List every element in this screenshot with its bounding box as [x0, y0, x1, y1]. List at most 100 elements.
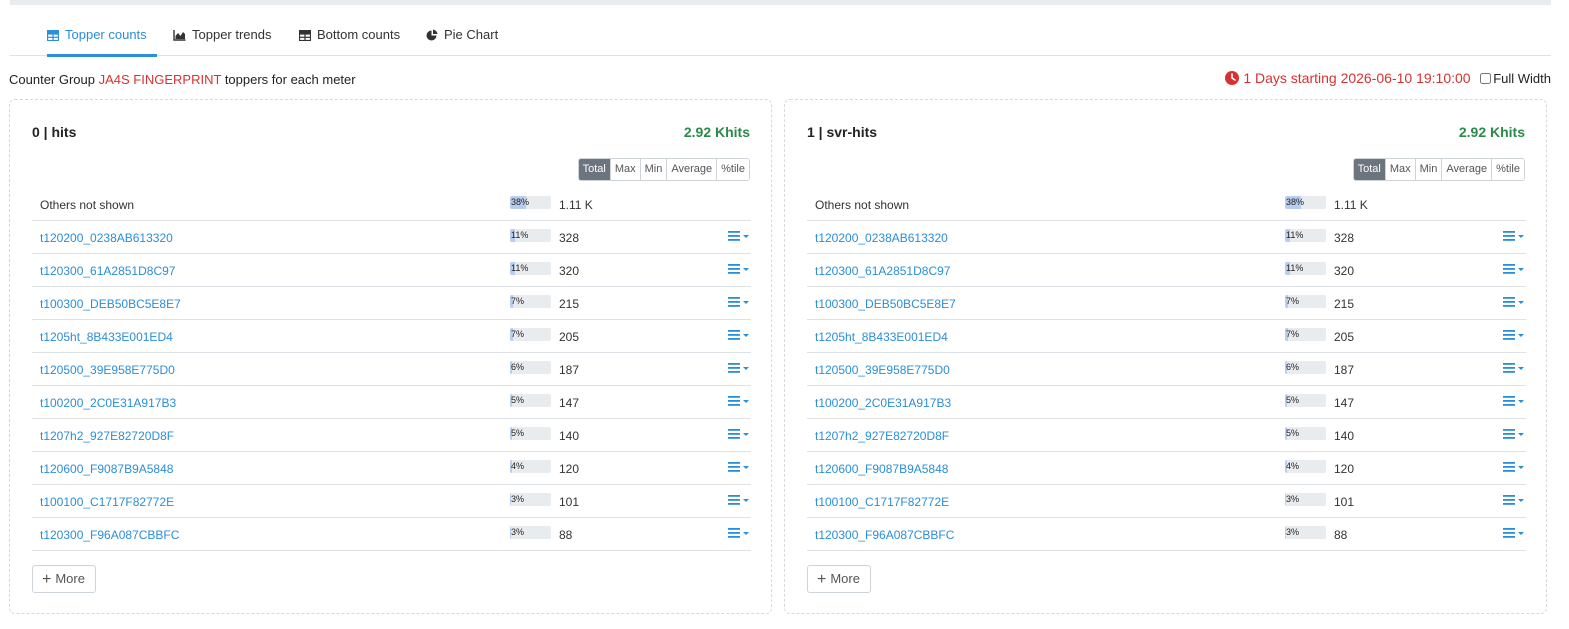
stat-button-min[interactable]: Min [1414, 159, 1442, 180]
row-menu-icon[interactable] [1503, 428, 1525, 443]
percent-bar: 38% [1285, 196, 1326, 209]
stat-button-max[interactable]: Max [609, 159, 640, 180]
row-menu-icon[interactable] [728, 230, 750, 245]
topper-row: t100100_C1717F82772E 3% 101 [32, 485, 751, 518]
row-menu-icon[interactable] [728, 329, 750, 344]
stat-button-tile[interactable]: %tile [716, 159, 749, 180]
tab-bottom-counts[interactable]: Bottom counts [298, 22, 400, 56]
topper-key-link[interactable]: t120500_39E958E775D0 [40, 363, 175, 377]
topper-key-link[interactable]: t120200_0238AB613320 [40, 231, 173, 245]
topper-key-link[interactable]: t120600_F9087B9A5848 [40, 462, 173, 476]
topper-row: Others not shown 38% 1.11 K [32, 188, 751, 221]
percent-label: 6% [1286, 362, 1300, 372]
percent-label: 7% [1286, 296, 1300, 306]
topper-row: t120200_0238AB613320 11% 328 [32, 221, 751, 254]
topper-key-link[interactable]: t100100_C1717F82772E [815, 495, 949, 509]
row-menu-icon[interactable] [1503, 494, 1525, 509]
topper-key-link[interactable]: t1205ht_8B433E001ED4 [40, 330, 173, 344]
percent-label: 7% [511, 329, 525, 339]
full-width-toggle[interactable]: Full Width [1480, 71, 1551, 86]
topper-row: t120300_F96A087CBBFC 3% 88 [807, 518, 1526, 551]
row-menu-icon[interactable] [1503, 329, 1525, 344]
time-range-text[interactable]: 1 Days starting 2026-06-10 19:10:00 [1243, 70, 1470, 86]
percent-bar: 11% [1285, 262, 1326, 275]
row-menu-icon[interactable] [728, 461, 750, 476]
percent-label: 5% [511, 428, 525, 438]
more-label: More [55, 571, 85, 586]
row-menu-icon[interactable] [1503, 527, 1525, 542]
row-menu-icon[interactable] [1503, 263, 1525, 278]
percent-bar: 11% [510, 229, 551, 242]
stat-button-total[interactable]: Total [578, 159, 610, 180]
percent-bar: 11% [510, 262, 551, 275]
topper-count: 215 [559, 297, 580, 311]
percent-bar: 7% [510, 295, 551, 308]
full-width-label: Full Width [1493, 71, 1551, 86]
topper-row: t120300_F96A087CBBFC 3% 88 [32, 518, 751, 551]
stat-button-max[interactable]: Max [1384, 159, 1415, 180]
full-width-checkbox[interactable] [1480, 73, 1492, 84]
row-menu-icon[interactable] [728, 527, 750, 542]
topper-key-link[interactable]: t100100_C1717F82772E [40, 495, 174, 509]
row-menu-icon[interactable] [728, 296, 750, 311]
more-label: More [830, 571, 860, 586]
topper-row: t1207h2_927E82720D8F 5% 140 [807, 419, 1526, 452]
topper-key-link[interactable]: t120500_39E958E775D0 [815, 363, 950, 377]
topper-list: Others not shown 38% 1.11 K t120200_0238AB6… [807, 188, 1526, 551]
row-menu-icon[interactable] [1503, 296, 1525, 311]
meter-title: 1 | svr-hits [807, 124, 878, 140]
topper-row: t120500_39E958E775D0 6% 187 [807, 353, 1526, 386]
percent-label: 38% [511, 197, 530, 207]
tab-pie-chart[interactable]: Pie Chart [426, 22, 498, 56]
stat-button-tile[interactable]: %tile [1491, 159, 1524, 180]
more-button[interactable]: + More [807, 565, 871, 593]
percent-label: 7% [511, 296, 525, 306]
topper-key-link[interactable]: t1207h2_927E82720D8F [40, 429, 174, 443]
meter-panel-hits: 0 | hits 2.92 Khits Total Max Min Average %til… [9, 99, 772, 614]
row-menu-icon[interactable] [728, 428, 750, 443]
topper-row: t120300_61A2851D8C97 11% 320 [807, 254, 1526, 287]
topper-key-link[interactable]: t120200_0238AB613320 [815, 231, 948, 245]
topper-key-link[interactable]: t100200_2C0E31A917B3 [815, 396, 951, 410]
stat-button-min[interactable]: Min [639, 159, 667, 180]
row-menu-icon[interactable] [728, 362, 750, 377]
row-menu-icon[interactable] [728, 263, 750, 278]
tab-topper-trends[interactable]: Topper trends [173, 22, 272, 56]
percent-bar: 7% [510, 328, 551, 341]
topper-row: t1207h2_927E82720D8F 5% 140 [32, 419, 751, 452]
topper-key-link[interactable]: t120600_F9087B9A5848 [815, 462, 948, 476]
row-menu-icon[interactable] [1503, 461, 1525, 476]
topper-key-link[interactable]: t100300_DEB50BC5E8E7 [815, 297, 956, 311]
topper-count: 1.11 K [1334, 198, 1368, 212]
more-button[interactable]: + More [32, 565, 96, 593]
row-menu-icon[interactable] [1503, 230, 1525, 245]
topper-key-link[interactable]: t120300_F96A087CBBFC [815, 528, 954, 542]
topper-key-link[interactable]: t120300_61A2851D8C97 [40, 264, 175, 278]
percent-bar: 5% [510, 427, 551, 440]
topper-key-link[interactable]: t100300_DEB50BC5E8E7 [40, 297, 181, 311]
row-menu-icon[interactable] [728, 395, 750, 410]
stat-button-average[interactable]: Average [1441, 159, 1492, 180]
clock-icon [1225, 71, 1240, 88]
row-menu-icon[interactable] [1503, 362, 1525, 377]
topper-row: t100300_DEB50BC5E8E7 7% 215 [32, 287, 751, 320]
percent-label: 3% [511, 527, 525, 537]
area-chart-icon [173, 24, 186, 50]
topper-key-link[interactable]: t100200_2C0E31A917B3 [40, 396, 176, 410]
topper-count: 328 [559, 231, 580, 245]
topper-key-link[interactable]: t1205ht_8B433E001ED4 [815, 330, 948, 344]
stat-button-total[interactable]: Total [1353, 159, 1385, 180]
topper-count: 101 [1334, 495, 1355, 509]
topper-key-link[interactable]: t120300_61A2851D8C97 [815, 264, 950, 278]
percent-label: 4% [511, 461, 525, 471]
row-menu-icon[interactable] [728, 494, 750, 509]
percent-bar: 6% [1285, 361, 1326, 374]
topper-key-link[interactable]: t120300_F96A087CBBFC [40, 528, 179, 542]
row-menu-icon[interactable] [1503, 395, 1525, 410]
tab-topper-counts[interactable]: Topper counts [46, 22, 157, 57]
topper-count: 320 [559, 264, 580, 278]
stat-button-average[interactable]: Average [666, 159, 717, 180]
topper-count: 328 [1334, 231, 1355, 245]
topper-count: 205 [559, 330, 580, 344]
topper-key-link[interactable]: t1207h2_927E82720D8F [815, 429, 949, 443]
